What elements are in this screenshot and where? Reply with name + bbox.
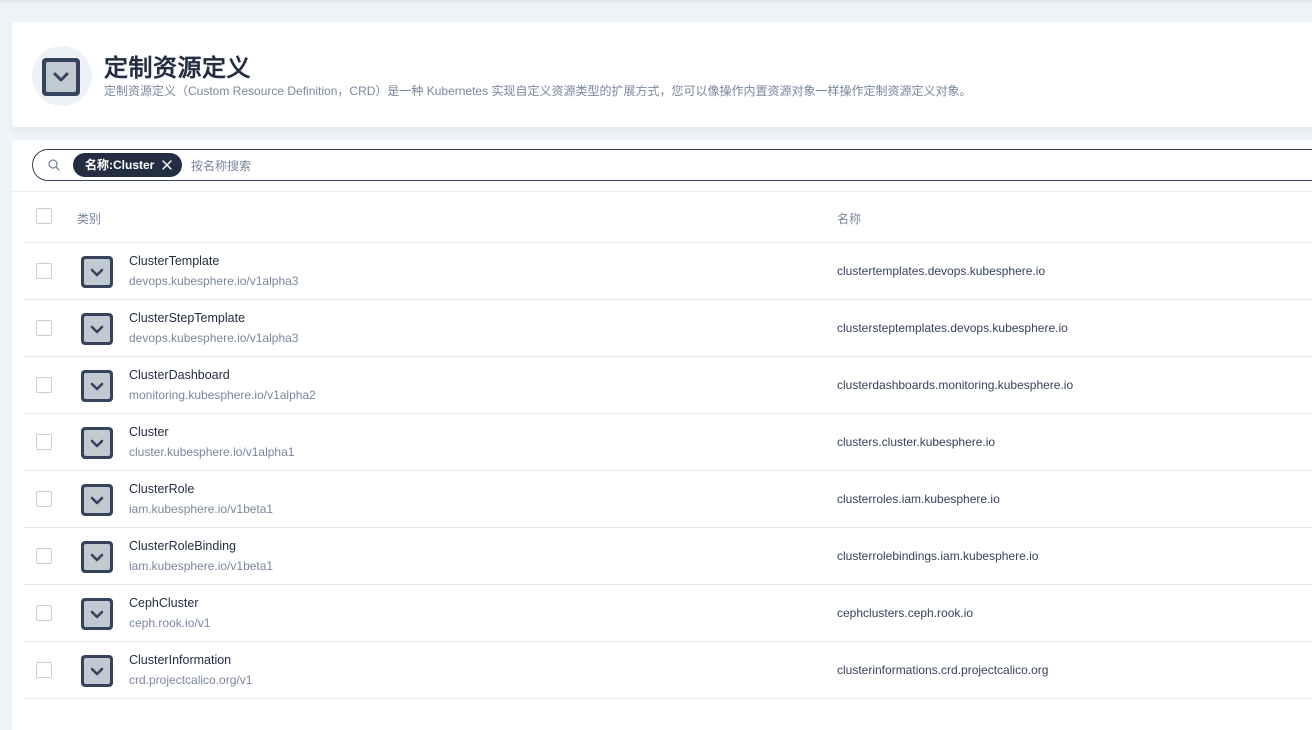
row-checkbox[interactable]: [36, 491, 52, 507]
search-icon: [48, 159, 60, 171]
table-row[interactable]: Cluster cluster.kubesphere.io/v1alpha1 c…: [24, 414, 1312, 471]
table-row[interactable]: ClusterRole iam.kubesphere.io/v1beta1 cl…: [24, 471, 1312, 528]
table-row[interactable]: ClusterInformation crd.projectcalico.org…: [24, 642, 1312, 699]
crd-icon: [81, 484, 113, 516]
table-row[interactable]: ClusterRoleBinding iam.kubesphere.io/v1b…: [24, 528, 1312, 585]
crd-kind-link[interactable]: ClusterDashboard: [129, 368, 230, 382]
crd-full-name: clusterrolebindings.iam.kubesphere.io: [837, 549, 1039, 563]
table-header: 类别 名称: [24, 192, 1312, 243]
page-header: 定制资源定义 定制资源定义（Custom Resource Definition…: [12, 22, 1312, 127]
table-row[interactable]: ClusterStepTemplate devops.kubesphere.io…: [24, 300, 1312, 357]
crd-kind-link[interactable]: ClusterInformation: [129, 653, 231, 667]
column-header-name[interactable]: 名称: [837, 210, 861, 227]
crd-group-version: iam.kubesphere.io/v1beta1: [129, 502, 274, 516]
column-header-type[interactable]: 类别: [77, 210, 101, 227]
page-title: 定制资源定义: [104, 55, 251, 82]
page-description: 定制资源定义（Custom Resource Definition，CRD）是一…: [104, 84, 972, 98]
crd-icon: [81, 598, 113, 630]
crd-icon: [81, 541, 113, 573]
crd-icon: [81, 655, 113, 687]
table-row[interactable]: CephCluster ceph.rook.io/v1 cephclusters…: [24, 585, 1312, 642]
top-divider: [0, 0, 1312, 3]
row-checkbox[interactable]: [36, 434, 52, 450]
header-icon-circle: [32, 46, 92, 106]
search-input[interactable]: [191, 156, 791, 176]
filter-tag-label: 名称:Cluster: [85, 158, 155, 172]
close-icon[interactable]: [162, 160, 173, 170]
crd-kind-link[interactable]: ClusterTemplate: [129, 254, 219, 268]
crd-icon: [81, 427, 113, 459]
crd-full-name: clusterroles.iam.kubesphere.io: [837, 492, 1000, 506]
select-all-checkbox[interactable]: [36, 208, 52, 224]
crd-full-name: clusterdashboards.monitoring.kubesphere.…: [837, 378, 1074, 392]
crd-icon: [81, 313, 113, 345]
row-checkbox[interactable]: [36, 320, 52, 336]
crd-kind-link[interactable]: ClusterRoleBinding: [129, 539, 236, 553]
crd-icon: [81, 370, 113, 402]
crd-full-name: clustertemplates.devops.kubesphere.io: [837, 264, 1046, 278]
crd-group-version: devops.kubesphere.io/v1alpha3: [129, 331, 299, 345]
row-checkbox[interactable]: [36, 263, 52, 279]
crd-group-version: crd.projectcalico.org/v1: [129, 673, 253, 687]
crd-group-version: iam.kubesphere.io/v1beta1: [129, 559, 274, 573]
row-checkbox[interactable]: [36, 605, 52, 621]
crd-kind-link[interactable]: ClusterRole: [129, 482, 194, 496]
crd-kind-link[interactable]: ClusterStepTemplate: [129, 311, 245, 325]
table-body: ClusterTemplate devops.kubesphere.io/v1a…: [24, 243, 1312, 699]
crd-full-name: cephclusters.ceph.rook.io: [837, 606, 974, 620]
crd-group-version: ceph.rook.io/v1: [129, 616, 211, 630]
crd-group-version: monitoring.kubesphere.io/v1alpha2: [129, 388, 316, 402]
crd-group-version: devops.kubesphere.io/v1alpha3: [129, 274, 299, 288]
crd-kind-link[interactable]: CephCluster: [129, 596, 198, 610]
crd-kind-link[interactable]: Cluster: [129, 425, 169, 439]
crd-list-panel: 名称:Cluster 类别 名称 ClusterTemplate devops.…: [12, 140, 1312, 730]
row-checkbox[interactable]: [36, 377, 52, 393]
crd-group-version: cluster.kubesphere.io/v1alpha1: [129, 445, 295, 459]
crd-full-name: clusters.cluster.kubesphere.io: [837, 435, 996, 449]
table-row[interactable]: ClusterTemplate devops.kubesphere.io/v1a…: [24, 243, 1312, 300]
row-checkbox[interactable]: [36, 548, 52, 564]
search-filter-tag: 名称:Cluster: [73, 153, 183, 177]
search-bar[interactable]: 名称:Cluster: [32, 149, 1312, 181]
crd-icon: [81, 256, 113, 288]
crd-full-name: clustersteptemplates.devops.kubesphere.i…: [837, 321, 1068, 335]
table-row[interactable]: ClusterDashboard monitoring.kubesphere.i…: [24, 357, 1312, 414]
crd-icon: [42, 58, 80, 96]
row-checkbox[interactable]: [36, 662, 52, 678]
crd-full-name: clusterinformations.crd.projectcalico.or…: [837, 663, 1049, 677]
